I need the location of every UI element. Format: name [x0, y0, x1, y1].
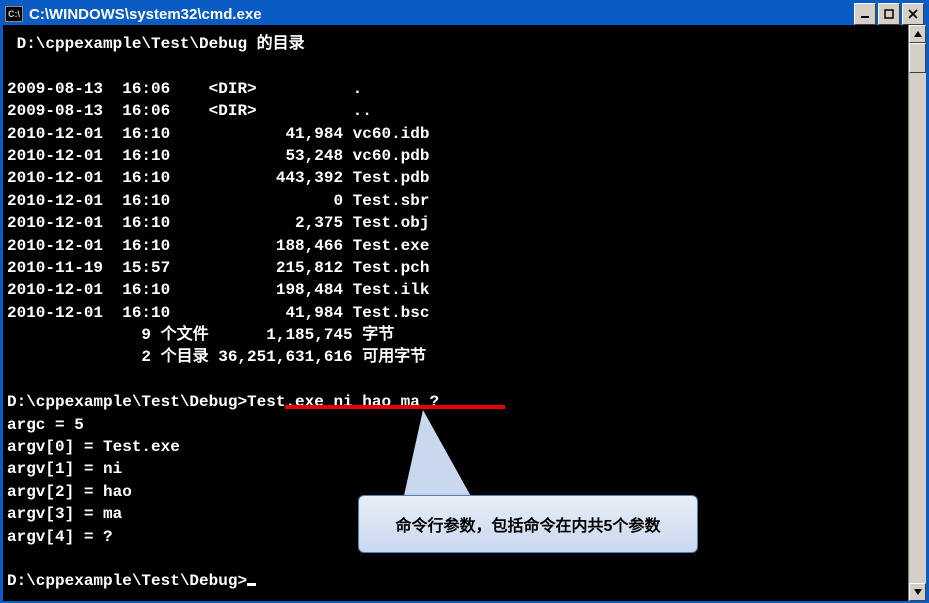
minimize-button[interactable] — [854, 3, 876, 25]
cmd-window: C:\ C:\WINDOWS\system32\cmd.exe D:\cppex… — [0, 0, 929, 603]
close-icon — [908, 9, 918, 19]
scroll-up-button[interactable] — [909, 25, 926, 43]
scroll-down-button[interactable] — [909, 583, 926, 601]
chevron-down-icon — [914, 589, 922, 595]
maximize-icon — [884, 9, 894, 19]
titlebar[interactable]: C:\ C:\WINDOWS\system32\cmd.exe — [3, 3, 926, 25]
underline-annotation — [285, 405, 505, 409]
minimize-icon — [860, 9, 870, 19]
terminal-area: D:\cppexample\Test\Debug 的目录 2009-08-13 … — [3, 25, 926, 601]
callout-box: 命令行参数，包括命令在内共5个参数 — [358, 495, 698, 553]
cursor — [247, 583, 256, 586]
scrollbar[interactable] — [908, 25, 926, 601]
scroll-track[interactable] — [909, 43, 926, 583]
chevron-up-icon — [914, 31, 922, 37]
window-title: C:\WINDOWS\system32\cmd.exe — [29, 6, 854, 23]
app-icon: C:\ — [5, 6, 23, 22]
maximize-button[interactable] — [878, 3, 900, 25]
callout-text: 命令行参数，包括命令在内共5个参数 — [396, 512, 661, 536]
close-button[interactable] — [902, 3, 924, 25]
scroll-thumb[interactable] — [909, 43, 926, 73]
window-controls — [854, 3, 924, 25]
